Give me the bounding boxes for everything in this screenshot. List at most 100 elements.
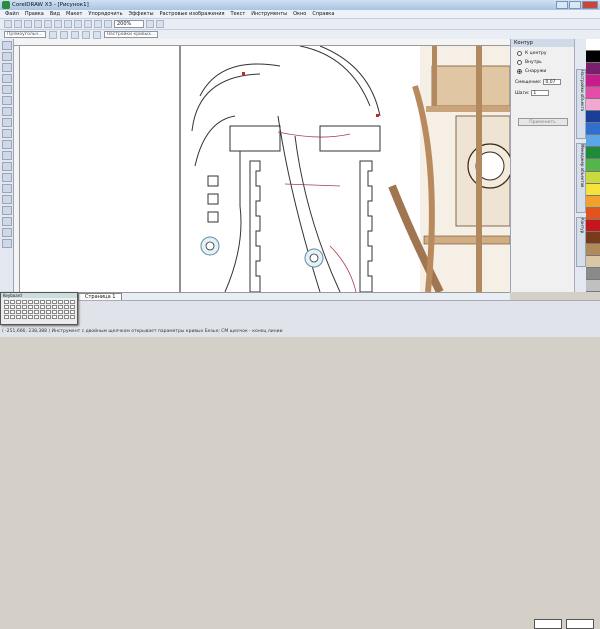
table-tool-icon[interactable] (1, 162, 12, 171)
osk-key[interactable] (46, 305, 51, 309)
tab-object-manager[interactable]: Менеджер объектов (576, 143, 586, 213)
osk-key[interactable] (22, 300, 27, 304)
copy-button[interactable] (54, 20, 62, 28)
zoom-tool-icon[interactable] (1, 74, 12, 83)
color-swatch-9[interactable] (586, 147, 600, 160)
join-nodes-button[interactable] (81, 30, 90, 39)
open-button[interactable] (14, 20, 22, 28)
color-swatch-11[interactable] (586, 171, 600, 184)
apply-button[interactable]: Применить (517, 118, 568, 126)
tab-contour[interactable]: Контур (576, 217, 586, 267)
menu-view[interactable]: Вид (50, 11, 60, 17)
menu-edit[interactable]: Правка (25, 11, 44, 17)
curve-type-select[interactable]: Прямоугольн... (4, 31, 46, 38)
osk-key[interactable] (16, 310, 21, 314)
osk-key[interactable] (34, 315, 39, 319)
menu-effects[interactable]: Эффекты (129, 11, 154, 17)
node-tool-button[interactable] (48, 30, 57, 39)
menu-text[interactable]: Текст (230, 11, 245, 17)
osk-key[interactable] (10, 315, 15, 319)
close-button[interactable] (582, 1, 598, 9)
osk-key[interactable] (4, 310, 9, 314)
osk-key[interactable] (34, 305, 39, 309)
color-swatch-4[interactable] (586, 87, 600, 100)
shape-tool-icon[interactable] (1, 52, 12, 61)
save-button[interactable] (24, 20, 32, 28)
osk-key[interactable] (22, 315, 27, 319)
blend-tool-icon[interactable] (1, 195, 12, 204)
basic-shapes-tool-icon[interactable] (1, 140, 12, 149)
osk-key[interactable] (22, 310, 27, 314)
undo-button[interactable] (74, 20, 82, 28)
color-swatch-20[interactable] (586, 279, 600, 292)
radio-inside[interactable] (517, 60, 522, 65)
maximize-button[interactable] (569, 1, 581, 9)
osk-key[interactable] (70, 310, 75, 314)
drawing-canvas[interactable] (20, 46, 510, 292)
zoom-level-select[interactable]: 200% (114, 20, 144, 28)
osk-key[interactable] (4, 305, 9, 309)
radio-to-center[interactable] (517, 51, 522, 56)
osk-key[interactable] (28, 300, 33, 304)
osk-key[interactable] (16, 300, 21, 304)
osk-key[interactable] (10, 300, 15, 304)
option-inside[interactable]: Внутрь (517, 60, 574, 65)
osk-key[interactable] (70, 315, 75, 319)
fill-indicator[interactable] (534, 619, 562, 629)
new-document-button[interactable] (4, 20, 12, 28)
osk-key[interactable] (64, 300, 69, 304)
menu-file[interactable]: Файл (5, 11, 19, 17)
smart-fill-tool-icon[interactable] (1, 96, 12, 105)
color-swatch-5[interactable] (586, 99, 600, 112)
radio-outside[interactable] (517, 69, 522, 74)
osk-key[interactable] (52, 310, 57, 314)
osk-key[interactable] (58, 305, 63, 309)
osk-key[interactable] (28, 310, 33, 314)
eyedropper-tool-icon[interactable] (1, 206, 12, 215)
osk-key[interactable] (40, 305, 45, 309)
osk-keys[interactable] (1, 298, 77, 321)
osk-key[interactable] (70, 300, 75, 304)
text-tool-icon[interactable] (1, 151, 12, 160)
osk-key[interactable] (40, 300, 45, 304)
menu-help[interactable]: Справка (312, 11, 334, 17)
on-screen-keyboard[interactable]: Keyboard (0, 292, 78, 325)
color-swatch-16[interactable] (586, 231, 600, 244)
vector-drawing[interactable] (20, 46, 510, 292)
break-curve-button[interactable] (92, 30, 101, 39)
steps-input[interactable]: 1 (531, 90, 550, 96)
menu-window[interactable]: Окно (293, 11, 306, 17)
print-button[interactable] (34, 20, 42, 28)
osk-key[interactable] (64, 315, 69, 319)
color-swatch-6[interactable] (586, 111, 600, 124)
color-swatch-3[interactable] (586, 75, 600, 88)
color-swatch-13[interactable] (586, 195, 600, 208)
menu-layout[interactable]: Макет (66, 11, 82, 17)
menu-bitmaps[interactable]: Растровые изображения (160, 11, 225, 17)
osk-key[interactable] (46, 315, 51, 319)
color-swatch-15[interactable] (586, 219, 600, 232)
color-swatch-12[interactable] (586, 183, 600, 196)
add-node-button[interactable] (59, 30, 68, 39)
delete-node-button[interactable] (70, 30, 79, 39)
outline-indicator[interactable] (566, 619, 594, 629)
color-swatch-19[interactable] (586, 267, 600, 280)
snap-button[interactable] (146, 20, 154, 28)
osk-key[interactable] (46, 310, 51, 314)
offset-input[interactable]: 0,07 (543, 79, 562, 85)
osk-key[interactable] (16, 315, 21, 319)
color-swatch-14[interactable] (586, 207, 600, 220)
osk-key[interactable] (52, 300, 57, 304)
menu-tools[interactable]: Инструменты (251, 11, 287, 17)
osk-key[interactable] (28, 305, 33, 309)
color-swatch-8[interactable] (586, 135, 600, 148)
crop-tool-icon[interactable] (1, 63, 12, 72)
outline-tool-icon[interactable] (1, 217, 12, 226)
osk-key[interactable] (58, 310, 63, 314)
options-button[interactable] (156, 20, 164, 28)
fill-tool-icon[interactable] (1, 228, 12, 237)
import-button[interactable] (94, 20, 102, 28)
dimension-tool-icon[interactable] (1, 173, 12, 182)
osk-key[interactable] (46, 300, 51, 304)
osk-key[interactable] (58, 300, 63, 304)
